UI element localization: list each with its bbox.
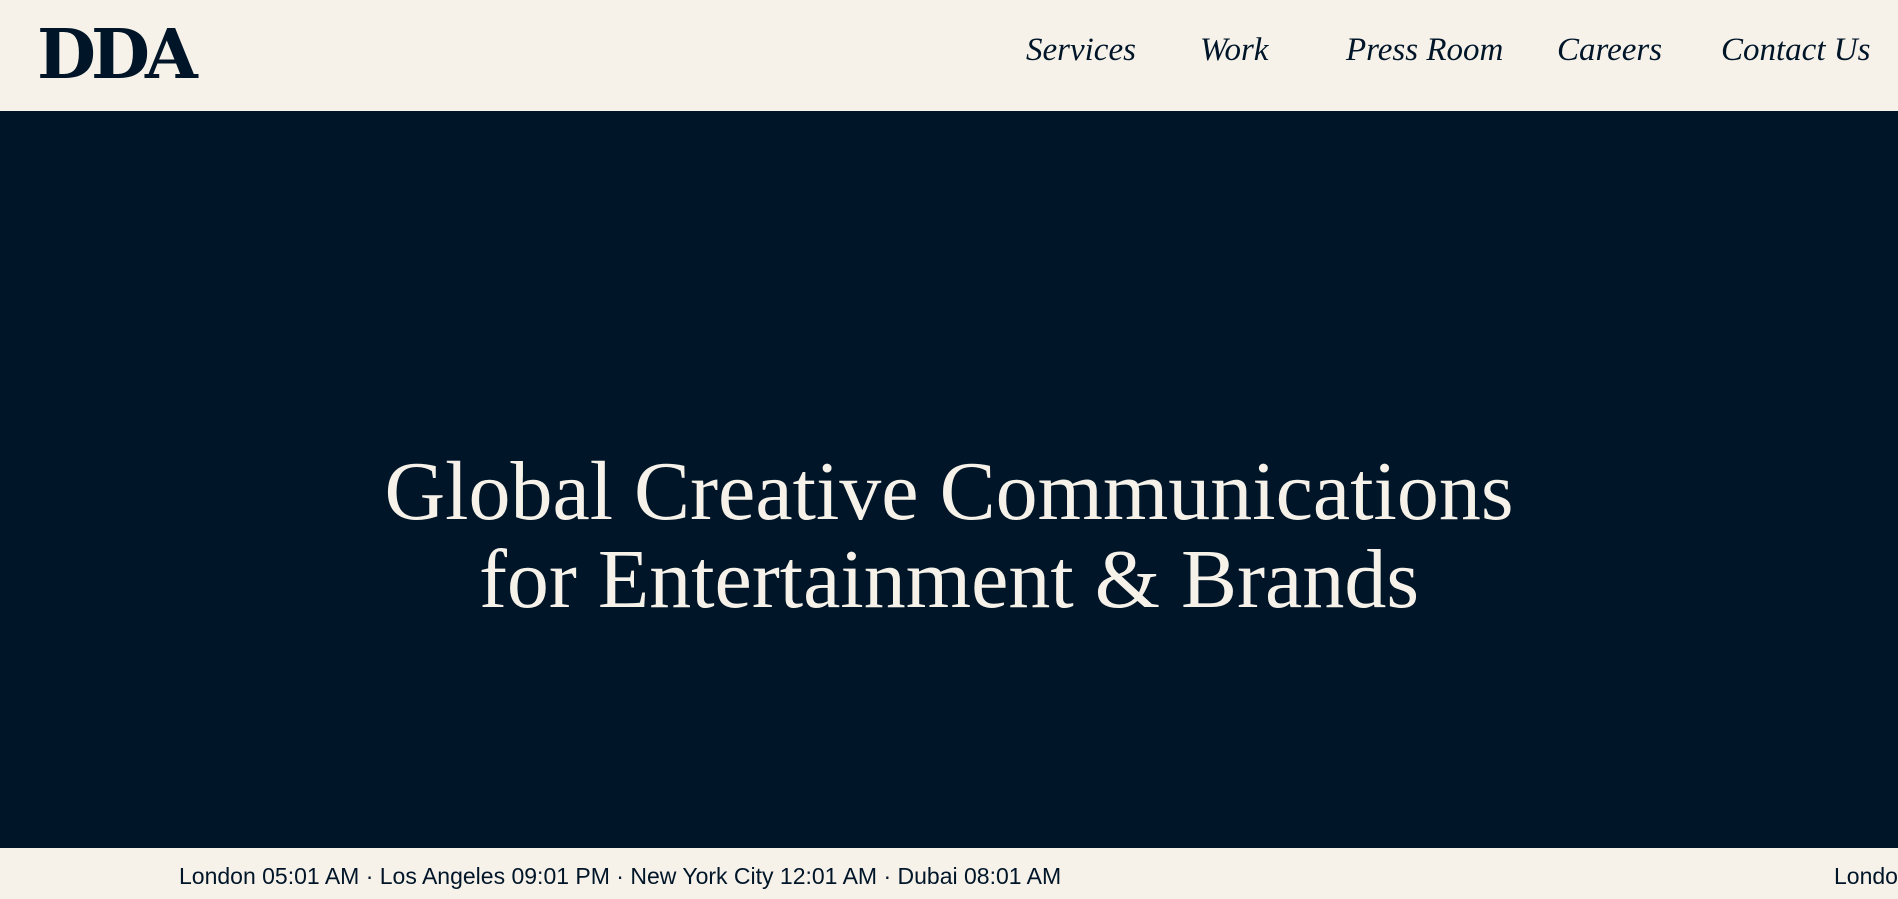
hero-section: Global Creative Communications for Enter… (0, 111, 1898, 848)
dda-logo[interactable]: DDA (37, 12, 198, 98)
ticker-text: London 05:01 AM · Los Angeles 09:01 PM ·… (179, 863, 1062, 889)
nav-services-link[interactable]: Services (1026, 30, 1136, 70)
site-header: DDA Services Work Press Room Careers Con… (0, 0, 1898, 111)
nav-press-room-link[interactable]: Press Room (1346, 30, 1503, 70)
nav-work-link[interactable]: Work (1200, 30, 1268, 70)
world-clock-ticker: London 05:01 AM · Los Angeles 09:01 PM ·… (0, 848, 1898, 899)
hero-title: Global Creative Communications for Enter… (0, 448, 1898, 624)
hero-title-line-1: Global Creative Communications (384, 445, 1514, 538)
nav-contact-us-link[interactable]: Contact Us (1721, 30, 1870, 70)
hero-title-line-2: for Entertainment & Brands (478, 533, 1420, 626)
ticker-text-repeat: London 05:01 AM · Los Angeles 09:01 PM ·… (1834, 863, 1898, 889)
nav-careers-link[interactable]: Careers (1557, 30, 1662, 70)
